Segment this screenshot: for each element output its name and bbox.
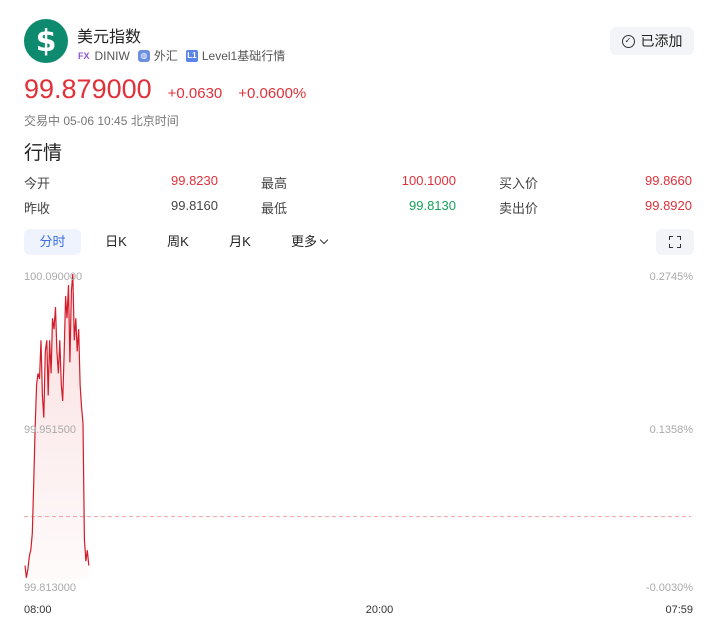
added-label: 已添加 [640, 33, 683, 49]
stat-value-ask: 99.8920 [645, 198, 692, 213]
level1-icon: L1 [185, 49, 198, 62]
y-tick-label-left: 99.813000 [24, 582, 76, 594]
tag-code-label: DINIW [94, 48, 130, 63]
tab-intraday[interactable]: 分时 [24, 229, 81, 255]
stat-value-prev-close: 99.8160 [171, 198, 218, 213]
section-title: 行情 [24, 143, 63, 164]
x-tick-label: 07:59 [665, 604, 693, 616]
last-price: 99.879000 [24, 74, 152, 104]
tag-level-label: Level1基础行情 [201, 49, 286, 63]
intraday-chart[interactable]: 100.090000 99.951500 99.813000 0.2745% 0.135… [0, 262, 715, 625]
tag-market-label: 外汇 [153, 49, 178, 63]
stat-label-ask: 卖出价 [499, 201, 539, 216]
dollar-logo-icon: $ [24, 19, 68, 63]
x-tick-label: 20:00 [366, 604, 394, 616]
tab-more-label: 更多 [290, 234, 317, 249]
quote-stats: 今开 99.8230 最高 100.1000 买入价 99.8660 昨收 99… [24, 173, 694, 223]
check-circle-icon: ✓ [621, 34, 635, 48]
fullscreen-button[interactable] [656, 229, 694, 255]
globe-icon: ◍ [137, 49, 150, 62]
tab-monthly-k[interactable]: 月K [213, 229, 267, 255]
stat-value-high: 100.1000 [401, 173, 456, 188]
price-change: +0.0630 [167, 85, 223, 102]
stat-label-open: 今开 [24, 176, 51, 191]
tag-market: ◍ 外汇 [137, 47, 178, 64]
y-tick-label-left: 100.090000 [24, 271, 82, 283]
stat-label-high: 最高 [261, 176, 288, 191]
x-tick-label: 08:00 [24, 604, 52, 616]
tag-level: L1 Level1基础行情 [185, 47, 286, 64]
stat-label-prev-close: 昨收 [24, 201, 51, 216]
stats-row: 昨收 99.8160 最低 99.8130 卖出价 99.8920 [24, 198, 694, 223]
y-tick-label-left: 99.951500 [24, 424, 76, 436]
trading-status: 交易中 05-06 10:45 北京时间 [24, 114, 179, 128]
stats-row: 今开 99.8230 最高 100.1000 买入价 99.8660 [24, 173, 694, 198]
instrument-name: 美元指数 [77, 29, 142, 46]
chart-period-tabs: 分时 日K 周K 月K 更多 [24, 229, 694, 255]
tag-code: FX DINIW [77, 49, 130, 63]
fullscreen-icon [669, 236, 681, 248]
chevron-down-icon [319, 235, 329, 245]
tab-daily-k[interactable]: 日K [90, 229, 142, 255]
tab-more[interactable]: 更多 [282, 229, 336, 255]
intraday-chart-svg: 100.090000 99.951500 99.813000 0.2745% 0.135… [24, 271, 694, 616]
stat-label-bid: 买入价 [499, 176, 539, 191]
instrument-tags: FX DINIW ◍ 外汇 L1 Level1基础行情 [77, 47, 293, 64]
stat-label-low: 最低 [261, 201, 288, 216]
stat-value-open: 99.8230 [171, 173, 218, 188]
tab-weekly-k[interactable]: 周K [151, 229, 205, 255]
added-watchlist-button[interactable]: ✓ 已添加 [610, 27, 694, 55]
stat-value-bid: 99.8660 [645, 173, 692, 188]
y-tick-label-right: 0.2745% [650, 271, 694, 283]
y-tick-label-right: -0.0030% [646, 582, 693, 594]
price-change-percent: +0.0600% [238, 85, 307, 102]
header: $ 美元指数 FX DINIW ◍ 外汇 L1 Level1基础行情 ✓ 已添加 [24, 19, 694, 63]
y-tick-label-right: 0.1358% [650, 424, 694, 436]
fx-icon: FX [78, 50, 90, 61]
price-row: 99.879000 +0.0630 +0.0600% [24, 74, 306, 105]
stat-value-low: 99.8130 [409, 198, 456, 213]
